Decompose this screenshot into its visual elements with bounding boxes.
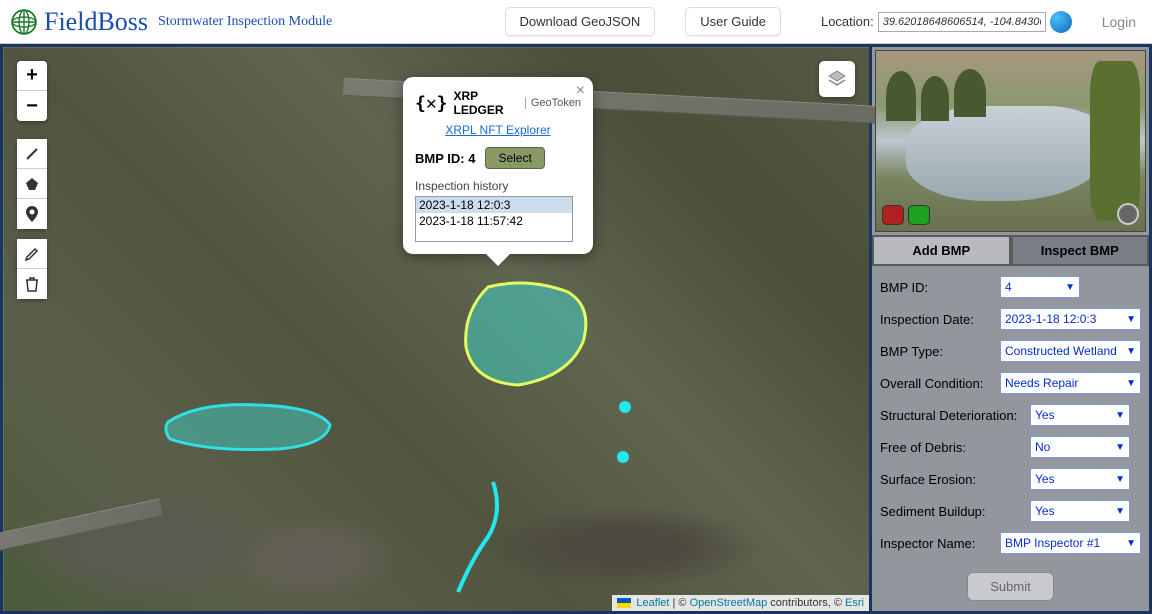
xrpl-explorer-link[interactable]: XRPL NFT Explorer: [415, 123, 581, 137]
delete-button[interactable]: [17, 269, 47, 299]
location-label: Location:: [821, 14, 874, 29]
popup-ledger-title: XRP LEDGER: [454, 89, 519, 117]
inspector-select[interactable]: BMP Inspector #1▼: [1000, 532, 1141, 554]
debris-select[interactable]: No▼: [1030, 436, 1130, 458]
erosion-select[interactable]: Yes▼: [1030, 468, 1130, 490]
brand-title: FieldBoss: [44, 7, 148, 37]
erosion-label: Surface Erosion:: [880, 472, 1030, 487]
popup-ledger-sub: GeoToken: [525, 97, 581, 109]
xrp-logo-icon: {✕}: [415, 93, 448, 114]
bmp-tabs: Add BMP Inspect BMP: [872, 235, 1149, 266]
popup-bmp-id: BMP ID: 4: [415, 151, 475, 166]
sediment-select[interactable]: Yes▼: [1030, 500, 1130, 522]
history-label: Inspection history: [415, 179, 581, 193]
login-link[interactable]: Login: [1102, 14, 1136, 30]
photo-accept-button[interactable]: [908, 205, 930, 225]
sediment-label: Sediment Buildup:: [880, 504, 1030, 519]
tab-add-bmp[interactable]: Add BMP: [872, 235, 1011, 266]
draw-toolbar: [17, 139, 47, 229]
bmp-photo: [875, 50, 1146, 232]
draw-polygon-button[interactable]: [17, 169, 47, 199]
globe-icon[interactable]: [1050, 11, 1072, 33]
map-popup: × {✕} XRP LEDGER GeoToken XRPL NFT Explo…: [403, 77, 593, 254]
map-attribution: Leaflet | © OpenStreetMap contributors, …: [612, 595, 869, 611]
debris-label: Free of Debris:: [880, 440, 1030, 455]
leaflet-link[interactable]: Leaflet: [636, 597, 669, 609]
globe-logo-icon: [10, 8, 38, 36]
bmp-point[interactable]: [617, 451, 629, 463]
bmp-id-label: BMP ID:: [880, 280, 1000, 295]
condition-select[interactable]: Needs Repair▼: [1000, 372, 1141, 394]
bmp-polygon[interactable]: [458, 277, 598, 392]
type-label: BMP Type:: [880, 344, 1000, 359]
user-guide-button[interactable]: User Guide: [685, 7, 781, 36]
camera-button[interactable]: [1117, 203, 1139, 225]
photo-reject-button[interactable]: [882, 205, 904, 225]
map-container[interactable]: + − × {✕} XRP LEDGER GeoToken XRPL NFT E…: [0, 44, 872, 614]
layers-icon: [826, 68, 848, 90]
history-listbox[interactable]: 2023-1-18 12:0:3 2023-1-18 11:57:42: [415, 196, 573, 242]
draw-marker-button[interactable]: [17, 199, 47, 229]
type-select[interactable]: Constructed Wetland▼: [1000, 340, 1141, 362]
download-geojson-button[interactable]: Download GeoJSON: [505, 7, 656, 36]
sidebar-panel: Add BMP Inspect BMP BMP ID:4▼ Inspection…: [872, 44, 1152, 614]
zoom-in-button[interactable]: +: [17, 61, 47, 91]
module-subtitle: Stormwater Inspection Module: [158, 14, 332, 30]
edit-button[interactable]: [17, 239, 47, 269]
bmp-polygon[interactable]: [158, 397, 338, 457]
bmp-id-select[interactable]: 4▼: [1000, 276, 1080, 298]
bmp-line[interactable]: [453, 477, 573, 597]
bmp-point[interactable]: [619, 401, 631, 413]
inspection-form: BMP ID:4▼ Inspection Date:2023-1-18 12:0…: [872, 266, 1149, 611]
tab-inspect-bmp[interactable]: Inspect BMP: [1011, 235, 1150, 266]
deterioration-select[interactable]: Yes▼: [1030, 404, 1130, 426]
popup-select-button[interactable]: Select: [485, 147, 544, 169]
osm-link[interactable]: OpenStreetMap: [690, 597, 768, 609]
condition-label: Overall Condition:: [880, 376, 1000, 391]
layers-button[interactable]: [819, 61, 855, 97]
history-item[interactable]: 2023-1-18 12:0:3: [416, 197, 572, 213]
date-select[interactable]: 2023-1-18 12:0:3▼: [1000, 308, 1141, 330]
date-label: Inspection Date:: [880, 312, 1000, 327]
location-input[interactable]: [878, 12, 1046, 32]
esri-link[interactable]: Esri: [845, 597, 864, 609]
zoom-out-button[interactable]: −: [17, 91, 47, 121]
edit-toolbar: [17, 239, 47, 299]
deterioration-label: Structural Deterioration:: [880, 408, 1030, 423]
zoom-control: + −: [17, 61, 47, 121]
inspector-label: Inspector Name:: [880, 536, 1000, 551]
history-item[interactable]: 2023-1-18 11:57:42: [416, 213, 572, 229]
submit-button[interactable]: Submit: [967, 572, 1053, 601]
popup-close-button[interactable]: ×: [576, 82, 585, 100]
draw-line-button[interactable]: [17, 139, 47, 169]
header-bar: FieldBoss Stormwater Inspection Module D…: [0, 0, 1152, 44]
ukraine-flag-icon: [617, 598, 631, 608]
